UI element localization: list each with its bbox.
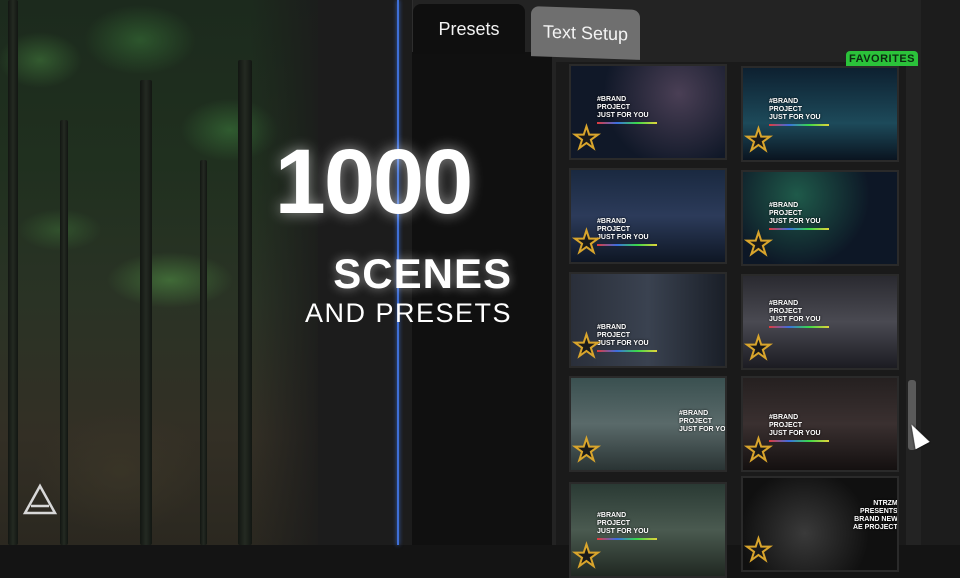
thumbnail-text: NTRZM PRESENTS BRAND NEW AE PROJECT — [853, 500, 898, 531]
thumbnail-text: #BRAND PROJECT JUST FOR YOU — [769, 98, 821, 121]
thumbnail-text: #BRAND PROJECT JUST FOR YOU — [597, 324, 649, 347]
star-icon[interactable]: ★ — [744, 125, 773, 157]
thumbnail-text: #BRAND PROJECT JUST FOR YOU — [769, 414, 821, 437]
preset-thumbnail[interactable]: NTRZM PRESENTS BRAND NEW AE PROJECT ★ — [741, 476, 899, 572]
headline-subtitle: AND PRESETS — [304, 298, 512, 328]
tab-text-setup[interactable]: Text Setup — [531, 6, 640, 60]
preset-thumbnail[interactable]: #BRAND PROJECT JUST FOR YOU ★ — [569, 168, 727, 264]
star-icon[interactable]: ★ — [572, 435, 601, 467]
thumbnail-text: #BRAND PROJECT JUST FOR YOU — [769, 300, 821, 323]
star-icon[interactable]: ★ — [572, 123, 601, 155]
preset-thumbnail[interactable]: #BRAND PROJECT JUST FOR YOU ★ — [741, 170, 899, 266]
star-icon[interactable]: ★ — [744, 333, 773, 365]
headline-scenes: SCENES — [333, 250, 512, 297]
star-icon[interactable]: ★ — [744, 435, 773, 467]
star-icon[interactable]: ★ — [572, 227, 601, 259]
tab-text-setup-label: Text Setup — [542, 21, 629, 44]
preset-thumbnail[interactable]: #BRAND PROJECT JUST FOR YOU ★ — [741, 66, 899, 162]
favorites-tab[interactable]: FAVORITES — [846, 51, 918, 66]
preset-thumbnail[interactable]: #BRAND PROJECT JUST FOR YOU ★ — [741, 274, 899, 370]
thumbnail-text: #BRAND PROJECT JUST FOR YOU — [597, 512, 649, 535]
star-icon[interactable]: ★ — [572, 541, 601, 573]
star-icon[interactable]: ★ — [572, 331, 601, 363]
thumbnail-text: #BRAND PROJECT JUST FOR YOU — [769, 202, 821, 225]
preset-thumbnail[interactable]: #BRAND PROJECT JUST FOR YOU ★ — [569, 376, 727, 472]
preset-thumbnail[interactable]: #BRAND PROJECT JUST FOR YOU ★ — [569, 482, 727, 578]
preset-thumbnail[interactable]: #BRAND PROJECT JUST FOR YOU ★ — [569, 64, 727, 160]
tab-presets[interactable]: Presets — [413, 4, 525, 54]
thumbnail-text: #BRAND PROJECT JUST FOR YOU — [597, 218, 649, 241]
preset-thumbnail[interactable]: #BRAND PROJECT JUST FOR YOU ★ — [569, 272, 727, 368]
thumbnail-text: #BRAND PROJECT JUST FOR YOU — [597, 96, 649, 119]
preset-thumbnail[interactable]: #BRAND PROJECT JUST FOR YOU ★ — [741, 376, 899, 472]
triangle-logo-icon — [22, 483, 58, 515]
star-icon[interactable]: ★ — [744, 535, 773, 567]
thumbnail-text: #BRAND PROJECT JUST FOR YOU — [679, 410, 726, 433]
headline-number: 1000 — [274, 131, 474, 233]
headline: 1000 — [228, 134, 518, 230]
star-icon[interactable]: ★ — [744, 229, 773, 261]
tab-presets-label: Presets — [438, 18, 500, 39]
